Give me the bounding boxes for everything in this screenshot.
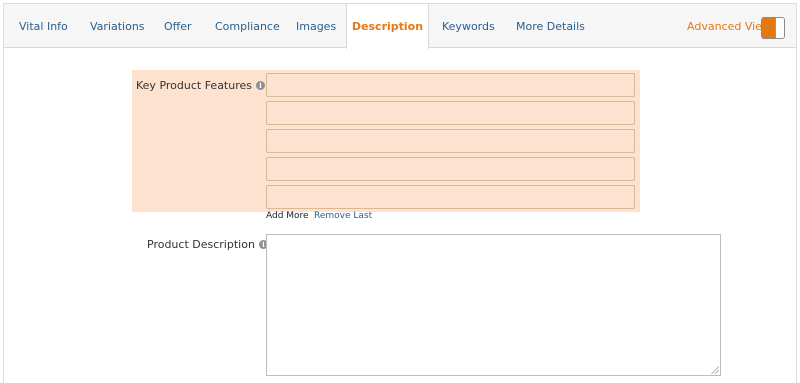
product-description-label-row: Product Description i: [147, 238, 268, 251]
key-feature-input-5[interactable]: [266, 185, 635, 209]
advanced-view-toggle[interactable]: [761, 17, 785, 39]
tab-vital-info[interactable]: Vital Info: [19, 4, 68, 48]
info-icon[interactable]: i: [256, 81, 265, 90]
toggle-knob: [775, 18, 784, 38]
tab-variations[interactable]: Variations: [90, 4, 145, 48]
resize-grip-icon[interactable]: [710, 365, 719, 374]
tab-keywords[interactable]: Keywords: [442, 4, 495, 48]
key-feature-input-2[interactable]: [266, 101, 635, 125]
key-features-label-row: Key Product Features i: [136, 79, 265, 92]
add-more-link[interactable]: Add More: [266, 211, 309, 221]
product-description-label: Product Description: [147, 238, 255, 251]
product-description-textarea[interactable]: [266, 234, 721, 376]
key-feature-input-1[interactable]: [266, 73, 635, 97]
toggle-fill: [762, 18, 775, 38]
tab-images[interactable]: Images: [296, 4, 336, 48]
remove-last-link[interactable]: Remove Last: [314, 211, 372, 221]
tab-bar: Vital Info Variations Offer Compliance I…: [4, 4, 796, 49]
tab-compliance[interactable]: Compliance: [215, 4, 280, 48]
key-feature-input-4[interactable]: [266, 157, 635, 181]
key-feature-input-3[interactable]: [266, 129, 635, 153]
tab-more-details[interactable]: More Details: [516, 4, 585, 48]
advanced-view-label: Advanced View: [687, 20, 771, 33]
tab-offer[interactable]: Offer: [164, 4, 192, 48]
listing-form-panel: Vital Info Variations Offer Compliance I…: [3, 3, 797, 383]
tab-description[interactable]: Description: [346, 4, 429, 49]
key-features-label: Key Product Features: [136, 79, 252, 92]
